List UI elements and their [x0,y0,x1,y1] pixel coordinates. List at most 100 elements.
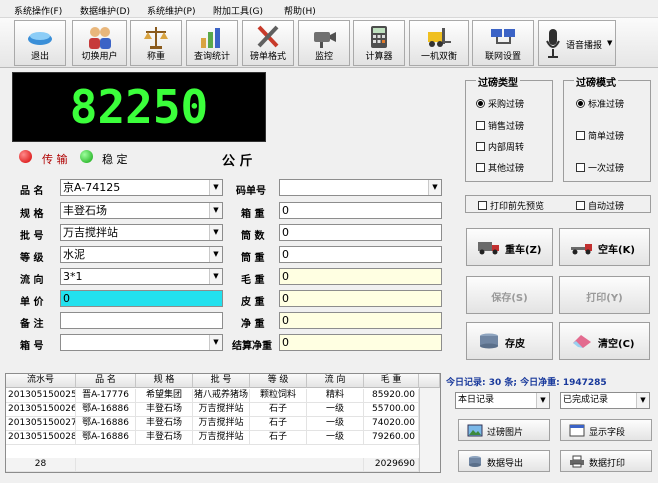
chevron-down-icon[interactable]: ▼ [428,180,441,195]
code-select[interactable]: ▼ [279,179,442,196]
direction-select[interactable]: 3*1 ▼ [60,268,223,285]
chevron-down-icon[interactable]: ▼ [209,225,222,240]
table-cell[interactable]: 万吉搅拌站 [193,417,250,431]
box-weight-input[interactable]: 0 [279,202,442,219]
preview-before-print-checkbox[interactable]: 打印前先预览 [478,199,544,212]
table-cell[interactable]: 一级 [307,403,364,417]
batch-select[interactable]: 万吉搅拌站 ▼ [60,224,223,241]
save-button[interactable]: 保存(S) [466,276,553,314]
format-button[interactable]: 磅单格式 [242,20,294,66]
weigh-type-purchase[interactable]: 采购过磅 [476,97,524,110]
table-cell[interactable]: 丰登石场 [136,403,193,417]
chevron-down-icon[interactable]: ▼ [209,335,222,350]
table-cell[interactable]: 55700.00 [364,403,419,417]
heavy-car-button[interactable]: 重车(Z) [466,228,553,266]
query-stats-button[interactable]: 查询统计 [186,20,238,66]
note-input[interactable] [60,312,223,329]
chevron-down-icon[interactable]: ▼ [209,247,222,262]
switch-user-button[interactable]: 切换用户 [72,20,127,66]
auto-weigh-checkbox[interactable]: 自动过磅 [576,199,624,212]
weigh-mode-simple[interactable]: 简单过磅 [576,129,624,142]
table-cell[interactable]: 201305150028 [6,431,76,445]
table-cell[interactable]: 丰登石场 [136,417,193,431]
records-filter-select[interactable]: 本日记录 ▼ [455,392,550,409]
print-button[interactable]: 打印(Y) [559,276,650,314]
weigh-mode-standard[interactable]: 标准过磅 [576,97,624,110]
show-fields-button[interactable]: 显示字段 [560,419,652,441]
box-no-select[interactable]: ▼ [60,334,223,351]
dual-balance-button[interactable]: 一机双衡 [409,20,469,66]
menu-system-maintenance[interactable]: 系统维护(P) [147,4,195,17]
menu-system-ops[interactable]: 系统操作(F) [14,4,62,17]
settle-net-field[interactable]: 0 [279,334,442,351]
weigh-type-other[interactable]: 其他过磅 [476,161,524,174]
table-cell[interactable]: 万吉搅拌站 [193,431,250,445]
table-cell[interactable]: 希望集团 [136,389,193,403]
chevron-down-icon[interactable]: ▼ [209,269,222,284]
chevron-down-icon[interactable]: ▼ [209,203,222,218]
empty-car-button[interactable]: 空车(K) [559,228,650,266]
weigh-mode-once[interactable]: 一次过磅 [576,161,624,174]
price-input[interactable]: 0 [60,290,223,307]
table-cell[interactable]: 万吉搅拌站 [193,403,250,417]
col-header-serial[interactable]: 流水号 [6,374,76,388]
table-cell[interactable]: 晋A-17776 [76,389,136,403]
weigh-type-sales[interactable]: 销售过磅 [476,119,524,132]
product-select[interactable]: 京A-74125 ▼ [60,179,223,196]
table-cell[interactable]: 85920.00 [364,389,419,403]
voice-broadcast-button[interactable]: 语音播报 ▼ [538,20,616,66]
table-cell[interactable]: 颗粒饲料 [250,389,307,403]
gross-weight-field[interactable]: 0 [279,268,442,285]
calculator-button[interactable]: 计算器 [353,20,405,66]
table-cell[interactable]: 一级 [307,431,364,445]
table-cell[interactable]: 精料 [307,389,364,403]
weigh-button[interactable]: 称重 [130,20,182,66]
store-tare-button[interactable]: 存皮 [466,322,553,360]
spec-select[interactable]: 丰登石场 ▼ [60,202,223,219]
table-cell[interactable]: 鄂A-16886 [76,417,136,431]
col-header-direction[interactable]: 流 向 [307,374,364,388]
menu-tools[interactable]: 附加工具(G) [213,4,263,17]
table-cell[interactable]: 201305150025 [6,389,76,403]
table-cell[interactable]: 石子 [250,417,307,431]
table-cell[interactable]: 79260.00 [364,431,419,445]
users-icon [88,27,111,49]
col-header-batch[interactable]: 批 号 [193,374,250,388]
print-data-button[interactable]: 数据打印 [560,450,652,472]
grade-select[interactable]: 水泥 ▼ [60,246,223,263]
weigh-type-internal[interactable]: 内部周转 [476,140,524,153]
chevron-down-icon[interactable]: ▼ [536,393,549,408]
table-cell[interactable]: 一级 [307,417,364,431]
table-cell[interactable]: 201305150027 [6,417,76,431]
table-cell[interactable]: 201305150026 [6,403,76,417]
table-cell[interactable]: 猪八戒养猪场 [193,389,250,403]
table-cell[interactable]: 石子 [250,403,307,417]
table-cell[interactable]: 丰登石场 [136,431,193,445]
window-icon [569,424,585,437]
menu-data-maintenance[interactable]: 数据维护(D) [80,4,130,17]
vertical-scrollbar[interactable] [419,388,440,472]
monitor-button[interactable]: 监控 [298,20,350,66]
table-cell[interactable]: 石子 [250,431,307,445]
col-header-spec[interactable]: 规 格 [136,374,193,388]
clear-button[interactable]: 清空(C) [559,322,650,360]
menu-help[interactable]: 帮助(H) [284,4,316,17]
drum-count-input[interactable]: 0 [279,224,442,241]
table-cell[interactable]: 74020.00 [364,417,419,431]
tare-weight-field[interactable]: 0 [279,290,442,307]
network-settings-button[interactable]: 联网设置 [472,20,534,66]
stable-status: 稳 定 [102,153,128,166]
col-header-gross[interactable]: 毛 重 [364,374,419,388]
exit-button[interactable]: 退出 [14,20,66,66]
table-cell[interactable]: 鄂A-16886 [76,403,136,417]
net-weight-field[interactable]: 0 [279,312,442,329]
chevron-down-icon[interactable]: ▼ [636,393,649,408]
status-filter-select[interactable]: 已完成记录 ▼ [560,392,650,409]
drum-weight-input[interactable]: 0 [279,246,442,263]
weigh-photo-button[interactable]: 过磅图片 [458,419,550,441]
col-header-grade[interactable]: 等 级 [250,374,307,388]
chevron-down-icon[interactable]: ▼ [209,180,222,195]
export-button[interactable]: 数据导出 [458,450,550,472]
table-cell[interactable]: 鄂A-16886 [76,431,136,445]
col-header-product[interactable]: 品 名 [76,374,136,388]
